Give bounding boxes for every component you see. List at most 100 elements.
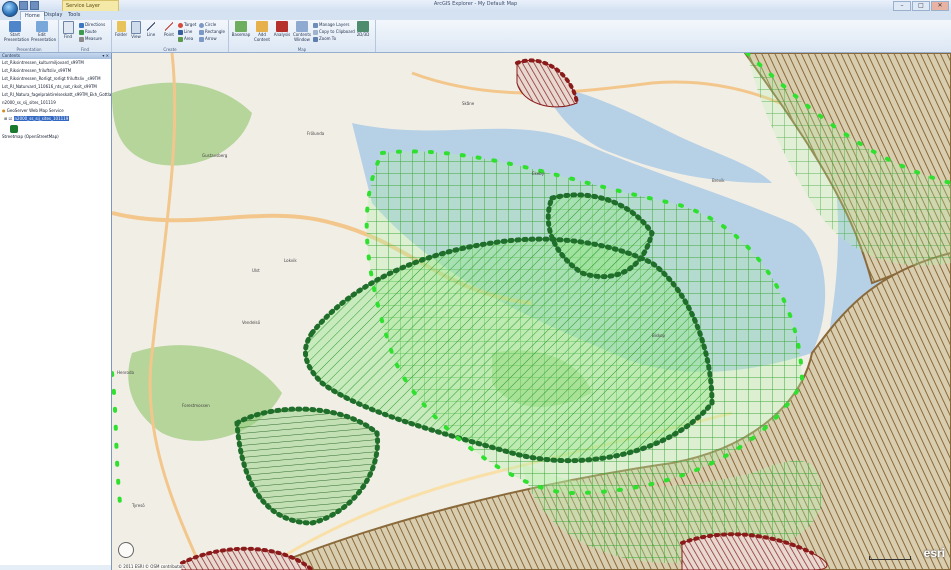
layer-item[interactable]: n2000_ss_sij_sites_101119 [0,99,111,107]
find-icon [62,21,74,34]
basemap-item[interactable]: Streetmap (OpenStreetMap) [0,133,111,141]
route-button[interactable]: Route [79,28,97,35]
edit-presentation-icon [36,21,48,32]
esri-logo: esri [923,546,945,560]
service-item[interactable]: ● GeoServer Web Map Service [0,107,111,115]
basemap-icon [235,21,247,32]
measure-icon [79,36,84,42]
start-presentation-button[interactable]: Start Presentation [4,21,29,45]
map-view[interactable]: Frölunda Ekeby Skåne Ulst Lokvik Henroda… [112,53,951,570]
add-content-button[interactable]: Add Content [251,21,273,45]
directions-icon [79,22,84,28]
map-label: Ekeby [532,171,545,176]
find-group: Find Directions Route Measure Find [59,20,112,52]
navigation-control[interactable] [118,542,134,558]
window-controls: – □ ✕ [893,1,949,11]
arrow-icon [199,36,204,42]
edit-presentation-button[interactable]: Edit Presentation [31,21,56,45]
maximize-button[interactable]: □ [912,1,930,11]
layers-icon [313,22,318,28]
pencil-icon [165,21,173,32]
pin-icon[interactable]: ▾ ✕ [102,53,109,59]
area-button[interactable]: Area [178,35,193,42]
circle-button[interactable]: Circle [199,21,216,28]
rectangle-icon [199,29,204,35]
map-label: Ulst [252,268,260,273]
view-2d3d-button[interactable]: 2D/3D [353,21,373,45]
map-label: Henroda [117,370,134,375]
folder-icon [116,21,126,32]
layer-item[interactable]: Lst_RI_Naturvard_110616_nts_nat_riksit_s… [0,83,111,91]
status-bar [0,565,111,570]
save-icon[interactable] [19,1,28,10]
route-icon [79,29,84,35]
contents-header: Contents ▾ ✕ [0,53,111,59]
manage-layers-button[interactable]: Manage Layers [313,21,349,28]
basemap-layer-icon [10,125,18,133]
map-label: Skåne [462,101,475,106]
checkbox-icon[interactable]: ☑ [9,116,13,121]
presentation-icon [9,21,21,32]
map-label: Forestmossen [182,403,210,408]
area-icon [178,36,183,42]
ribbon-tabs: Home Display Tools [0,11,951,20]
map-canvas[interactable] [112,53,951,570]
contents-panel: Contents ▾ ✕ Lst_Riksintressen_kulturmil… [0,53,112,570]
window-title: ArcGIS Explorer - My Default Map [433,1,518,7]
target-icon [178,22,183,28]
view-button[interactable]: View [129,21,143,45]
analysis-icon [276,21,288,32]
layer-item[interactable]: Lst_Riksintressen_kulturmiljovard_s99TM [0,59,111,67]
line-button[interactable]: Line [144,21,158,45]
create-group: Folder View Line Point Target Line Area … [112,20,229,52]
map-label: Lokvik [284,258,297,263]
quick-access-toolbar [19,1,39,10]
clipboard-icon [313,29,318,35]
globe-icon [357,21,369,32]
map-label: Vendelsö [242,320,261,325]
zoom-icon [313,36,318,42]
undo-icon[interactable] [30,1,39,10]
line2-icon [178,29,183,35]
tab-display[interactable]: Display [40,11,66,19]
minimize-button[interactable]: – [893,1,911,11]
expand-icon[interactable]: ⊞ [4,116,7,121]
service-icon: ● [2,108,6,113]
layer-item[interactable]: Lst_Riksintressen_friluftsliv_s99TM [0,67,111,75]
contents-window-button[interactable]: Contents Window [292,21,312,45]
view-icon [131,21,141,34]
map-label: Gustavsberg [202,153,228,158]
rectangle-button[interactable]: Rectangle [199,28,225,35]
measure-button[interactable]: Measure [79,35,102,42]
map-group: Basemap Add Content Analysis Contents Wi… [229,20,376,52]
target-button[interactable]: Target [178,21,196,28]
selected-layer-item[interactable]: ⊞ ☑ n2000_ss_sij_sites_101119 [0,115,111,123]
zoom-to-button[interactable]: Zoom To [313,35,336,42]
map-label: Biskop [652,333,666,338]
line-icon [147,21,155,32]
point-button[interactable]: Point [162,21,176,45]
layer-item[interactable]: Lst_Riksintressen_Rorligt_rorligt friluf… [0,75,111,83]
close-button[interactable]: ✕ [931,1,949,11]
contents-window-icon [296,21,308,32]
tab-tools[interactable]: Tools [64,11,84,19]
circle-icon [199,22,204,28]
analysis-button[interactable]: Analysis [272,21,292,45]
presentation-group: Start Presentation Edit Presentation Pre… [0,20,59,52]
add-content-icon [256,21,268,32]
layer-item[interactable]: Lst_RI_Natura_fagelpraktirelseskatt_s99T… [0,91,111,99]
copy-clipboard-button[interactable]: Copy to Clipboard [313,28,355,35]
map-label: Frölunda [307,131,325,136]
directions-button[interactable]: Directions [79,21,105,28]
line2-button[interactable]: Line [178,28,192,35]
application-menu-button[interactable] [2,1,18,17]
map-label: Tyresö [132,503,145,508]
scale-bar [869,556,911,560]
basemap-button[interactable]: Basemap [230,21,252,45]
map-attribution: © 2011 ESRI © OSM contributors [118,564,186,569]
map-label: Brevik [712,178,725,183]
folder-button[interactable]: Folder [113,21,129,45]
ribbon: Start Presentation Edit Presentation Pre… [0,20,951,53]
arrow-button[interactable]: Arrow [199,35,217,42]
find-button[interactable]: Find [60,21,76,45]
